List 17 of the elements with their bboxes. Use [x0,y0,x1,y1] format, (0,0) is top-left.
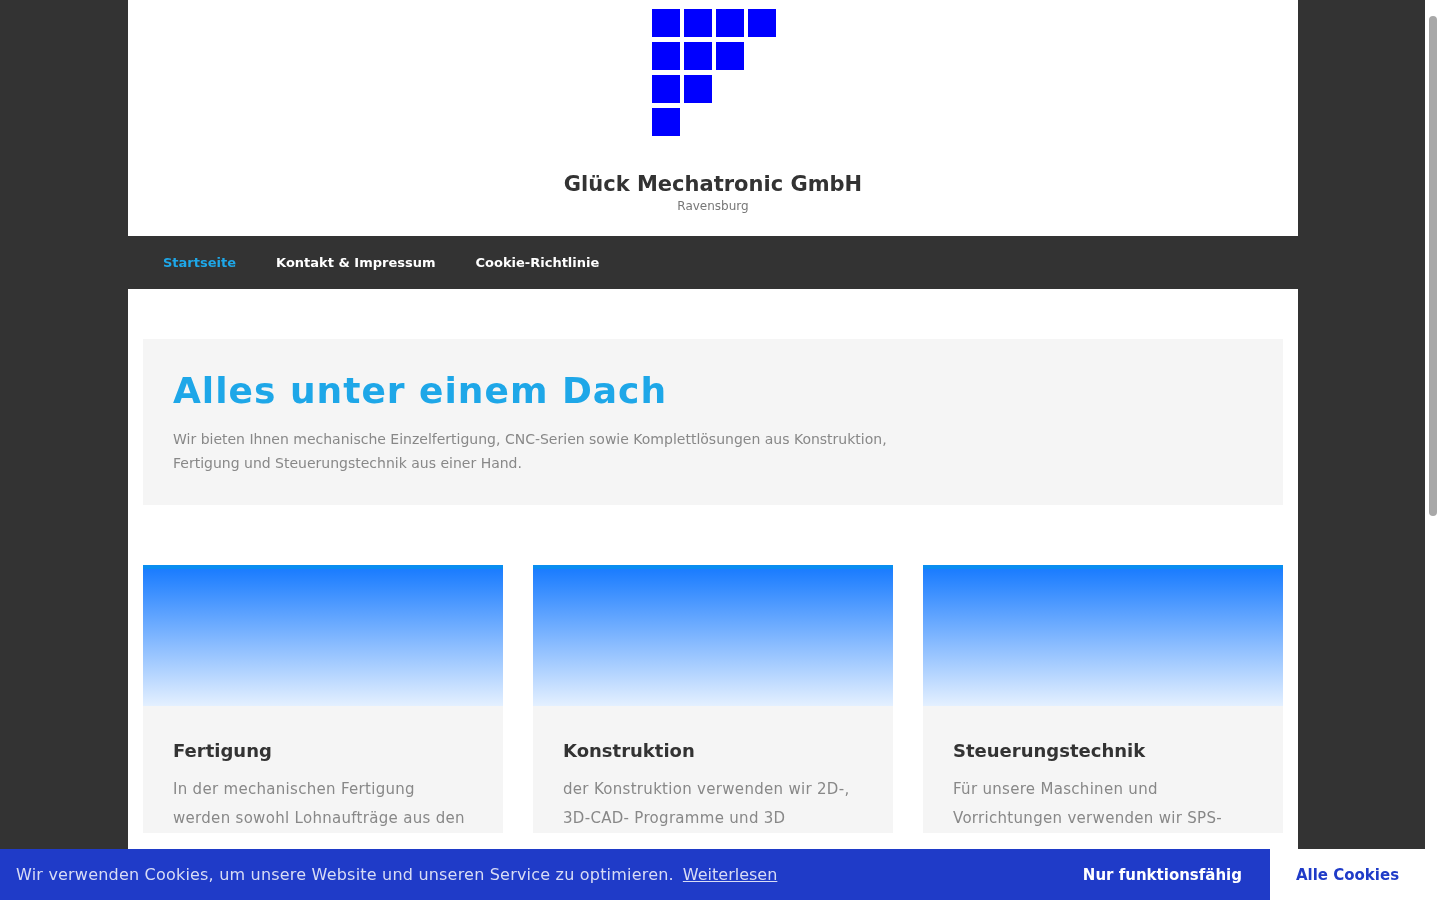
site-title: Glück Mechatronic GmbH [563,172,863,196]
nav-link[interactable]: Kontakt & Impressum [276,255,436,270]
card-title: Steuerungstechnik [953,740,1147,761]
cookie-text: Wir verwenden Cookies, um unsere Website und unseren Service zu optimieren. [16,865,674,884]
logo-icon [652,9,776,136]
hero-text: Wir bieten Ihnen mechanische Einzelfertigung, CNC-Serien sowie Komplettlösungen aus Konstruktion, Fertigung und Steuerungstechnik aus einer Hand. [173,430,888,473]
card-text: Für unsere Maschinen und Vorrichtungen verwenden wir SPS- [953,779,1223,829]
site-subtitle: Ravensburg [677,199,749,213]
card-text: In der mechanischen Fertigung werden sowohl Lohnaufträge aus den [173,779,466,829]
card-text: der Konstruktion verwenden wir 2D-, 3D-CAD- Programme und 3D [563,779,851,829]
nav-link[interactable]: Cookie-Richtlinie [475,255,600,270]
card-title: Konstruktion [563,740,696,761]
hero-title: Alles unter einem Dach [173,369,669,413]
nav-link[interactable]: Startseite [163,255,237,270]
read-more-link[interactable]: Weiterlesen [682,865,778,884]
card-title: Fertigung [173,740,273,761]
scrollbar[interactable] [1425,0,1440,900]
